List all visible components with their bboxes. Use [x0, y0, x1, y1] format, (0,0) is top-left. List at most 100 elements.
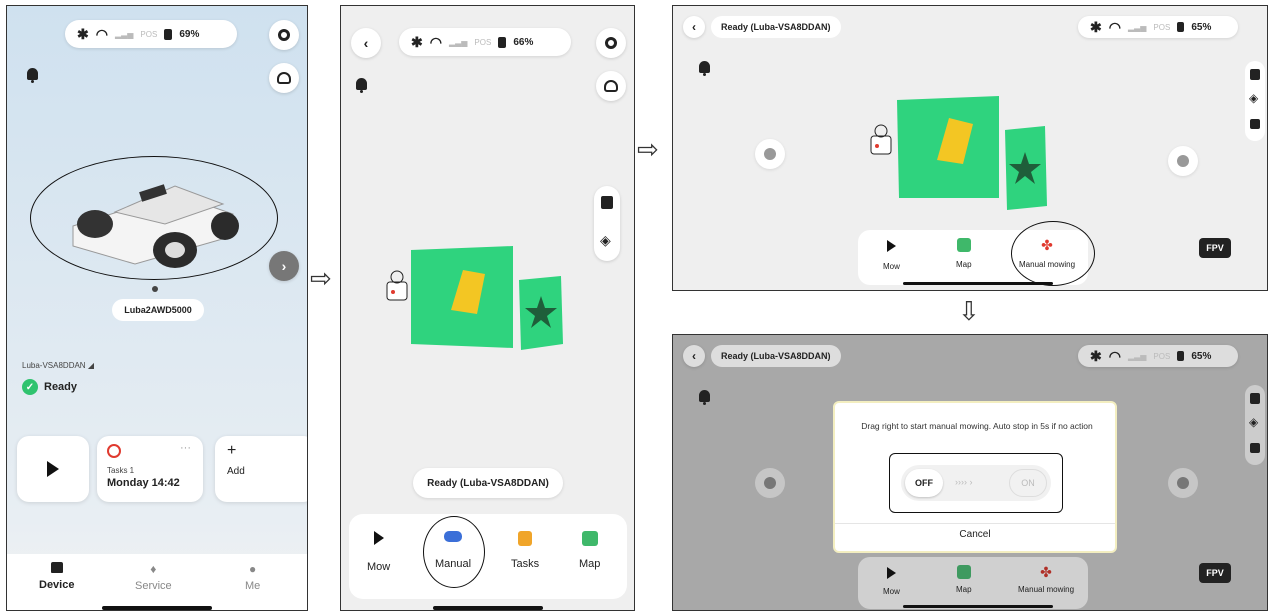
right-joystick[interactable]: [1168, 468, 1198, 498]
back-button[interactable]: ‹: [683, 16, 705, 38]
right-joystick[interactable]: [1168, 146, 1198, 176]
tasks-time: Monday 14:42: [107, 477, 180, 489]
wifi-icon: ◠: [1108, 19, 1121, 35]
nav-device-label: Device: [39, 579, 75, 591]
lawn-map[interactable]: [865, 94, 1065, 219]
tab-manual-label: Manual: [435, 558, 472, 570]
left-joystick[interactable]: [755, 139, 785, 169]
slide-to-start-toggle[interactable]: OFF ›››› › ON: [901, 465, 1051, 501]
map-screen-landscape: ‹ Ready (Luba-VSA8DDAN) ✱ ◠ ▂▃▅ POS 65% …: [672, 5, 1268, 291]
notification-button[interactable]: [699, 390, 710, 405]
status-row: ✓ Ready: [22, 379, 77, 395]
cancel-button[interactable]: Cancel: [835, 529, 1115, 540]
wifi-icon: ◠: [95, 26, 108, 42]
nav-device[interactable]: Device: [39, 562, 74, 591]
start-button[interactable]: [17, 436, 89, 502]
manual-mowing-dialog: Drag right to start manual mowing. Auto …: [833, 401, 1117, 553]
tab-tasks[interactable]: Tasks: [511, 531, 539, 570]
add-label: Add: [227, 466, 245, 477]
pos-label: POS: [140, 29, 158, 39]
toggle-off-label: OFF: [915, 478, 933, 488]
tab-map[interactable]: Map: [956, 238, 972, 269]
play-icon: [373, 531, 384, 545]
mower-image[interactable]: [55, 164, 255, 274]
map-side-toolbar: ◈: [1245, 61, 1265, 141]
ready-banner: Ready (Luba-VSA8DDAN): [413, 468, 563, 498]
settings-button[interactable]: [269, 20, 299, 50]
notification-button[interactable]: [699, 61, 710, 76]
tasks-count: Tasks 1: [107, 466, 135, 475]
fpv-label: FPV: [1206, 243, 1224, 253]
tab-mow[interactable]: Mow: [883, 567, 900, 596]
toggle-off-knob[interactable]: OFF: [905, 469, 943, 497]
back-button[interactable]: ‹: [351, 28, 381, 58]
locate-icon[interactable]: ◈: [1249, 91, 1258, 105]
nav-service-label: Service: [135, 580, 172, 592]
device-screen: ✱ ◠ ▂▃▅ POS 69% › Luba2AWD5000 Luba-VSA8…: [6, 5, 308, 611]
tab-manual-mowing-label: Manual mowing: [1019, 260, 1076, 269]
support-button[interactable]: [596, 71, 626, 101]
bell-icon: [356, 78, 367, 93]
back-button[interactable]: ‹: [683, 345, 705, 367]
tasks-icon: [518, 531, 533, 546]
tab-map[interactable]: Map: [579, 531, 600, 570]
notification-button[interactable]: [27, 68, 38, 83]
bluetooth-icon: ✱: [1090, 348, 1102, 364]
dialog-divider: [835, 523, 1115, 524]
more-icon[interactable]: ···: [180, 442, 191, 454]
lawn-map[interactable]: [381, 244, 581, 354]
notification-button[interactable]: [356, 78, 367, 93]
home-indicator: [903, 282, 1053, 285]
tab-map[interactable]: Map: [956, 565, 972, 594]
flow-arrow: ⇨: [310, 263, 332, 293]
tab-manual-mowing[interactable]: ✤ Manual mowing: [1018, 565, 1074, 594]
tab-manual-mowing[interactable]: ✤ Manual mowing: [1019, 238, 1075, 269]
battery-icon: [1177, 22, 1185, 32]
battery-level: 69%: [179, 28, 200, 40]
title-badge: Ready (Luba-VSA8DDAN): [711, 345, 841, 367]
add-task-card[interactable]: + Add: [215, 436, 307, 502]
joystick-knob-icon: [1177, 155, 1189, 167]
home-indicator: [102, 606, 212, 610]
tab-mow[interactable]: Mow: [367, 531, 390, 573]
title-text: Ready (Luba-VSA8DDAN): [721, 351, 831, 361]
bookmark-icon[interactable]: [1250, 393, 1260, 404]
tab-mow[interactable]: Mow: [883, 240, 900, 271]
bookmark-icon[interactable]: [1250, 69, 1260, 80]
pos-label: POS: [1153, 351, 1171, 361]
support-button[interactable]: [269, 63, 299, 93]
pos-label: POS: [1153, 22, 1171, 32]
bookmark-icon[interactable]: [601, 196, 613, 209]
signal-icon: ▂▃▅: [114, 29, 134, 39]
dropdown-icon: ◢: [87, 361, 94, 370]
fan-icon: ✤: [1040, 564, 1052, 580]
tasks-card[interactable]: ··· Tasks 1 Monday 14:42: [97, 436, 203, 502]
tab-manual-mowing-label: Manual mowing: [1018, 585, 1075, 594]
toggle-on-text: ON: [1021, 478, 1035, 488]
chevron-right-icon: ›: [281, 258, 287, 274]
map-icon: [956, 238, 971, 252]
next-device-button[interactable]: ›: [269, 251, 299, 281]
bluetooth-icon: ✱: [1090, 19, 1102, 35]
map-icon: [956, 565, 971, 579]
fpv-button[interactable]: FPV: [1199, 563, 1231, 583]
wifi-name[interactable]: Luba-VSA8DDAN ◢: [22, 361, 94, 370]
fpv-button[interactable]: FPV: [1199, 238, 1231, 258]
headset-icon: [277, 72, 291, 84]
status-bar: ✱ ◠ ▂▃▅ POS 65%: [1078, 345, 1238, 367]
nav-service[interactable]: ♦ Service: [135, 562, 172, 592]
home-icon: [50, 562, 63, 573]
clock-icon: [107, 444, 121, 458]
layers-icon[interactable]: [1250, 119, 1260, 129]
nav-me[interactable]: ● Me: [245, 562, 260, 592]
play-icon: [886, 240, 896, 252]
layers-icon[interactable]: [1250, 443, 1260, 453]
left-joystick[interactable]: [755, 468, 785, 498]
status-bar: ✱ ◠ ▂▃▅ POS 66%: [399, 28, 571, 56]
tab-manual[interactable]: Manual: [435, 531, 471, 570]
settings-button[interactable]: [596, 28, 626, 58]
tab-mow-label: Mow: [883, 587, 900, 596]
locate-icon[interactable]: ◈: [600, 232, 611, 249]
locate-icon[interactable]: ◈: [1249, 415, 1258, 429]
map-screen-portrait: ‹ ✱ ◠ ▂▃▅ POS 66% ◈ Ready (Luba-VSA8DDAN…: [340, 5, 635, 611]
